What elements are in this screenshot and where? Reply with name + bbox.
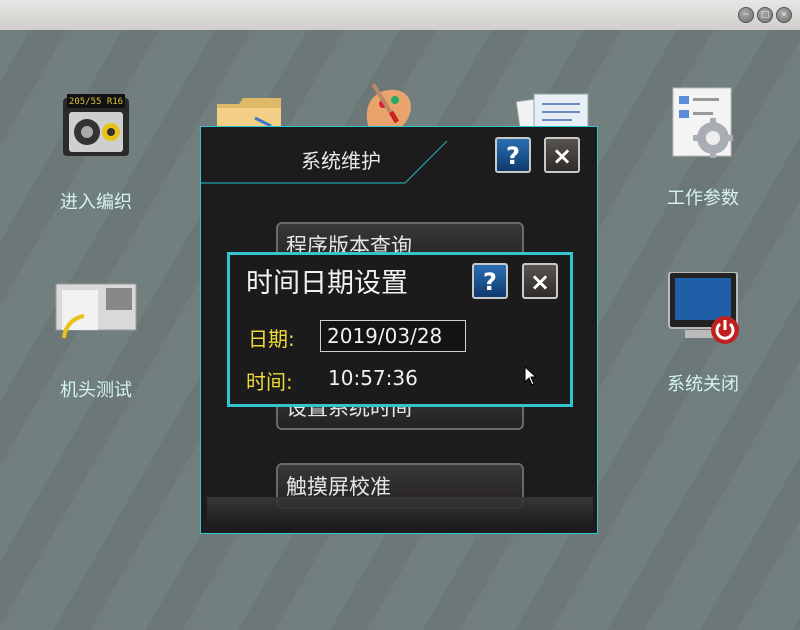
time-label: 时间:	[246, 370, 293, 394]
settings-gear-icon	[672, 87, 733, 158]
date-label: 日期:	[248, 327, 295, 351]
time-date-dialog: 时间日期设置 ? × 日期: 2019/03/28 时间: 10:57:36	[227, 252, 573, 407]
maximize-button[interactable]: □	[757, 7, 773, 23]
knitting-machine-icon: 205/55 R16	[63, 94, 129, 156]
close-window-button[interactable]: ×	[776, 7, 792, 23]
help-button[interactable]: ?	[472, 263, 508, 299]
desktop-icon-label: 工作参数	[667, 188, 739, 209]
palette-icon	[366, 82, 411, 128]
time-value[interactable]: 10:57:36	[328, 366, 418, 390]
dialog-title: 系统维护	[301, 149, 381, 173]
minimize-button[interactable]: −	[738, 7, 754, 23]
dialog-footer	[207, 497, 593, 527]
documents-icon	[515, 93, 589, 128]
lcd-text: 205/55 R16	[69, 97, 123, 107]
desktop-icon-label: 机头测试	[60, 380, 132, 401]
window-titlebar: − □ ×	[0, 0, 800, 30]
mouse-cursor-icon	[524, 366, 538, 386]
title-decoration	[201, 140, 448, 184]
desktop-icon-label: 系统关闭	[667, 374, 739, 395]
shutdown-monitor-icon	[668, 272, 739, 344]
date-field[interactable]: 2019/03/28	[320, 320, 466, 352]
close-button[interactable]: ×	[522, 263, 558, 299]
desktop-icon-label: 进入编织	[60, 192, 132, 213]
folder-icon	[217, 98, 281, 130]
machine-head-icon	[55, 283, 137, 339]
help-button[interactable]: ?	[495, 137, 531, 173]
close-button[interactable]: ×	[544, 137, 580, 173]
dialog-title: 时间日期设置	[246, 268, 408, 299]
